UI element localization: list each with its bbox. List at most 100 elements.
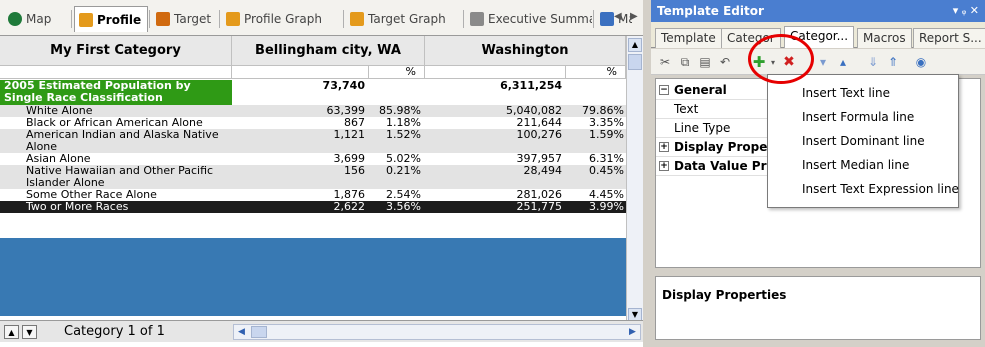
- tab-scroll-right-icon[interactable]: ▶: [630, 11, 638, 22]
- insert-menu-item[interactable]: Insert Text Expression line: [802, 181, 959, 197]
- doc-tab-target[interactable]: Target: [152, 7, 218, 31]
- doc-tab-label: Map: [26, 12, 52, 26]
- horizontal-scrollbar[interactable]: ◀ ▶: [233, 324, 641, 340]
- table-row[interactable]: Native Hawaiian and Other Pacific Island…: [0, 165, 626, 189]
- insert-menu-item[interactable]: Insert Median line: [802, 157, 909, 173]
- subheader-blank: [232, 66, 369, 79]
- cell-percent: [369, 80, 425, 105]
- cut-icon[interactable]: ✂: [657, 54, 673, 70]
- move-down-icon[interactable]: ▾: [815, 54, 831, 70]
- document-icon: [470, 12, 484, 26]
- doc-tab-profile[interactable]: Profile: [74, 6, 148, 32]
- row-label: 2005 Estimated Population by Single Race…: [4, 79, 191, 104]
- property-label: General: [674, 83, 727, 97]
- editor-tab-1[interactable]: Categor: [721, 28, 781, 48]
- property-row-data-value-pro[interactable]: + Data Value Pro: [656, 157, 770, 176]
- property-row-line-type[interactable]: Line Type: [656, 119, 770, 138]
- collapse-icon[interactable]: −: [659, 85, 669, 95]
- doc-tab-label: Target Graph: [368, 12, 446, 26]
- bar-chart-icon: [226, 12, 240, 26]
- doc-tab-label: Profile Graph: [244, 12, 322, 26]
- scroll-thumb[interactable]: [251, 326, 267, 338]
- panel-title: Template Editor: [651, 0, 985, 22]
- undo-icon[interactable]: ↶: [717, 54, 733, 70]
- doc-tab-label: Target: [174, 12, 212, 26]
- editor-tab-3[interactable]: Macros: [857, 28, 912, 48]
- cell-percent: [566, 80, 626, 105]
- delete-line-icon[interactable]: ✖: [781, 54, 797, 70]
- doc-tab-target-graph[interactable]: Target Graph: [346, 7, 460, 31]
- scroll-thumb[interactable]: [628, 54, 642, 70]
- template-editor-toolbar: ✂ ⧉ ▤ ↶ ✚ ▾ ✖ ▾ ▴ ⇓ ⇑ ◉: [651, 49, 985, 75]
- subheader-blank: [0, 66, 232, 79]
- subheader-blank: [425, 66, 566, 79]
- cell-percent: 0.21%: [386, 164, 421, 177]
- property-label: Display Proper: [674, 140, 770, 154]
- table-row[interactable]: American Indian and Alaska Native Alone 1…: [0, 129, 626, 153]
- vertical-scrollbar[interactable]: ▲ ▼: [626, 36, 643, 326]
- doc-tab-profile-graph[interactable]: Profile Graph: [222, 7, 342, 31]
- target-chart-icon: [156, 12, 170, 26]
- scroll-right-arrow-icon[interactable]: ▶: [625, 325, 640, 339]
- doc-tab-map[interactable]: Map: [4, 7, 68, 31]
- editor-tab-4[interactable]: Report S...: [913, 28, 985, 48]
- move-last-icon[interactable]: ⇓: [865, 54, 881, 70]
- bar-chart-icon: [350, 12, 364, 26]
- scroll-up-arrow-icon[interactable]: ▲: [628, 38, 642, 52]
- cell-percent: 3.56%: [386, 200, 421, 213]
- tab-divider: [343, 10, 344, 28]
- table-row[interactable]: Two or More Races 2,622 3.56% 251,775 3.99%: [0, 201, 626, 213]
- scroll-left-arrow-icon[interactable]: ◀: [234, 325, 249, 339]
- empty-report-area: [0, 238, 626, 316]
- cell-value: 1,121: [333, 128, 366, 141]
- insert-menu-item[interactable]: Insert Formula line: [802, 109, 914, 125]
- cell-percent: 1.59%: [589, 128, 624, 141]
- move-first-icon[interactable]: ⇑: [885, 54, 901, 70]
- cell-value: 6,311,254: [425, 80, 566, 105]
- category-navigation-bar: ▲ ▼ Category 1 of 1 ◀ ▶: [0, 320, 643, 342]
- property-label: Data Value Pro: [674, 159, 770, 173]
- previous-category-button[interactable]: ▲: [4, 325, 19, 339]
- tab-divider: [593, 10, 594, 28]
- doc-tab-executive-summary[interactable]: Executive Summary: [466, 7, 592, 31]
- tab-divider: [219, 10, 220, 28]
- column-header-washington[interactable]: Washington: [425, 36, 626, 66]
- cell-value: 156: [344, 164, 365, 177]
- cell-value: 2,622: [333, 200, 366, 213]
- insert-menu-item[interactable]: Insert Text line: [802, 85, 890, 101]
- bar-chart-icon: [79, 12, 93, 27]
- cell-value: 28,494: [523, 164, 563, 177]
- tab-divider: [71, 10, 72, 28]
- report-pane: Map Profile Target Profile Graph Target Grap…: [0, 0, 643, 347]
- document-tab-bar: Map Profile Target Profile Graph Target Grap…: [0, 0, 643, 36]
- expand-icon[interactable]: +: [659, 161, 669, 171]
- doc-tab-label: Profile: [97, 12, 142, 27]
- column-header-bellingham[interactable]: Bellingham city, WA: [232, 36, 425, 66]
- table-row[interactable]: 2005 Estimated Population by Single Race…: [0, 80, 626, 105]
- property-row-display-proper[interactable]: + Display Proper: [656, 138, 770, 157]
- description-title: Display Properties: [662, 288, 787, 302]
- editor-tab-0[interactable]: Template: [655, 28, 722, 48]
- expand-icon[interactable]: +: [659, 142, 669, 152]
- column-header-category[interactable]: My First Category: [0, 36, 232, 66]
- editor-tab-2[interactable]: Categor...: [784, 26, 855, 48]
- copy-icon[interactable]: ⧉: [677, 54, 693, 70]
- app-window: Map Profile Target Profile Graph Target Grap…: [0, 0, 985, 347]
- help-icon[interactable]: ◉: [913, 54, 929, 70]
- insert-line-menu: Insert Text line Insert Formula line Inser…: [767, 74, 959, 208]
- row-label: American Indian and Alaska Native Alone: [26, 128, 219, 153]
- insert-menu-item[interactable]: Insert Dominant line: [802, 133, 925, 149]
- tab-divider: [149, 10, 150, 28]
- cell-percent: 1.52%: [386, 128, 421, 141]
- cell-percent: 0.45%: [589, 164, 624, 177]
- move-up-icon[interactable]: ▴: [835, 54, 851, 70]
- property-row-general[interactable]: − General: [656, 81, 770, 100]
- next-category-button[interactable]: ▼: [22, 325, 37, 339]
- panel-window-controls[interactable]: ▾ ᵩ ✕: [953, 0, 979, 22]
- property-row-text[interactable]: Text: [656, 100, 770, 119]
- paste-icon[interactable]: ▤: [697, 54, 713, 70]
- add-dropdown-arrow-icon[interactable]: ▾: [765, 54, 781, 70]
- row-label: Native Hawaiian and Other Pacific Island…: [26, 164, 214, 189]
- subheader-percent: %: [566, 66, 626, 79]
- tab-scroll-left-icon[interactable]: ◀: [614, 11, 622, 22]
